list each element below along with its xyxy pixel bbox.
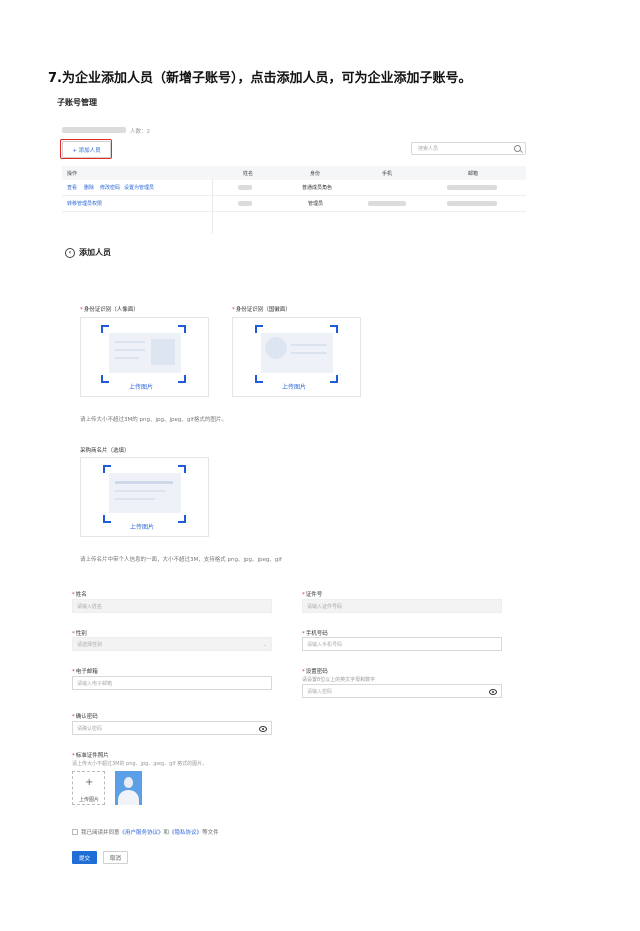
photo-hint: 请上传大小不超过3M的 png、jpg、jpeg、gif 格式的图片。 — [72, 761, 208, 767]
gender-placeholder: 请选择性别 — [77, 641, 103, 648]
emblem-icon — [265, 337, 287, 359]
email-blurred — [447, 201, 497, 206]
confirm-placeholder: 请确认密码 — [77, 725, 103, 732]
col-header-email: 邮箱 — [468, 171, 479, 177]
member-table: 操作 姓名 身份 手机 邮箱 查看 删除 修改密码 设置为管理员 普通成员角色 … — [62, 166, 526, 212]
email-input[interactable]: 请输入电子邮箱 — [72, 676, 272, 690]
id-back-upload[interactable]: 上传图片 — [232, 317, 361, 397]
search-placeholder: 搜索人员 — [418, 146, 439, 152]
cancel-button[interactable]: 取消 — [103, 851, 128, 864]
role-cell: 管理员 — [308, 201, 324, 207]
sample-photo — [115, 771, 142, 805]
col-header-actions: 操作 — [67, 171, 78, 177]
plus-icon: + — [85, 777, 94, 788]
portrait-icon — [151, 339, 175, 365]
phone-input[interactable]: 请输入手机号码 — [302, 637, 502, 651]
idno-input[interactable]: 请输入证件号码 — [302, 599, 502, 613]
confirm-label: *确认密码 — [72, 714, 98, 720]
action-transfer-admin[interactable]: 转移管理员权限 — [67, 200, 102, 207]
table-divider — [212, 179, 213, 234]
search-icon[interactable] — [514, 145, 521, 152]
table-row: 查看 删除 修改密码 设置为管理员 普通成员角色 — [62, 180, 526, 196]
id-back-label: *身份证识别（国徽面） — [232, 307, 291, 313]
company-name-blurred — [62, 127, 126, 133]
table-row: 转移管理员权限 管理员 — [62, 196, 526, 212]
action-set-admin[interactable]: 设置为管理员 — [124, 184, 154, 191]
section-title: 子账号管理 — [57, 98, 97, 107]
password-hint: 请设置8位以上的英文字母和数字 — [302, 677, 376, 683]
phone-blurred — [368, 201, 406, 206]
confirm-input[interactable]: 请确认密码 — [72, 721, 272, 735]
highlight-box — [60, 139, 112, 159]
card-upload-hint: 请上传名片中带个人信息的一面，大小不超过3M，支持格式 png、jpg、jpeg… — [80, 557, 282, 563]
action-view[interactable]: 查看 — [67, 184, 77, 191]
role-cell: 普通成员角色 — [302, 185, 333, 191]
table-header: 操作 姓名 身份 手机 邮箱 — [62, 166, 526, 180]
card-label: 采购商名片（选填） — [80, 448, 130, 454]
back-arrow-icon[interactable]: ‹ — [65, 247, 75, 258]
email-label: *电子邮箱 — [72, 669, 98, 675]
eye-icon[interactable] — [489, 689, 497, 695]
gender-select[interactable]: 请选择性别 ⌄ — [72, 637, 272, 651]
id-upload-hint: 请上传大小不超过3M的 png、jpg、jpeg、gif格式的图片。 — [80, 417, 227, 423]
idno-label: *证件号 — [302, 592, 323, 598]
privacy-link[interactable]: 《隐私协议》 — [169, 830, 202, 836]
name-blurred — [238, 201, 252, 206]
upload-text: 上传图片 — [129, 384, 154, 391]
phone-label: *手机号码 — [302, 631, 328, 637]
name-input[interactable]: 请输入姓名 — [72, 599, 272, 613]
col-header-name: 姓名 — [243, 171, 254, 177]
agree-text: 我已阅读并同意《用户服务协议》和《隐私协议》等文件 — [81, 830, 219, 836]
search-input[interactable]: 搜索人员 — [411, 142, 526, 155]
chevron-down-icon: ⌄ — [262, 642, 267, 648]
col-header-role: 身份 — [310, 171, 321, 177]
password-input[interactable]: 请输入密码 — [302, 684, 502, 698]
col-header-phone: 手机 — [382, 171, 393, 177]
user-agreement-link[interactable]: 《用户服务协议》 — [120, 830, 164, 836]
photo-upload[interactable]: + 上传图片 — [72, 771, 105, 805]
member-count: 人数：2 — [130, 129, 150, 135]
email-blurred — [447, 185, 497, 190]
name-label: *姓名 — [72, 592, 87, 598]
gender-label: *性别 — [72, 631, 87, 637]
action-change-password[interactable]: 修改密码 — [100, 184, 120, 191]
name-blurred — [238, 185, 252, 190]
add-member-title[interactable]: ‹ 添加人员 — [65, 247, 111, 258]
business-card-upload[interactable]: 上传图片 — [80, 457, 209, 537]
password-label: *设置密码 — [302, 669, 328, 675]
photo-upload-text: 上传图片 — [79, 797, 100, 803]
action-delete[interactable]: 删除 — [84, 184, 94, 191]
id-front-upload[interactable]: 上传图片 — [80, 317, 209, 397]
upload-text: 上传图片 — [282, 384, 307, 391]
upload-text: 上传图片 — [130, 524, 155, 531]
page-heading: 7.为企业添加人员（新增子账号），点击添加人员，可为企业添加子账号。 — [48, 71, 472, 86]
id-front-label: *身份证识别（人像面） — [80, 307, 139, 313]
agree-checkbox[interactable] — [72, 829, 78, 835]
eye-icon[interactable] — [259, 726, 267, 732]
add-member-title-text: 添加人员 — [79, 248, 111, 257]
password-placeholder: 请输入密码 — [307, 688, 333, 695]
submit-button[interactable]: 提交 — [72, 851, 97, 864]
photo-label: *标准证件照片 — [72, 753, 109, 759]
